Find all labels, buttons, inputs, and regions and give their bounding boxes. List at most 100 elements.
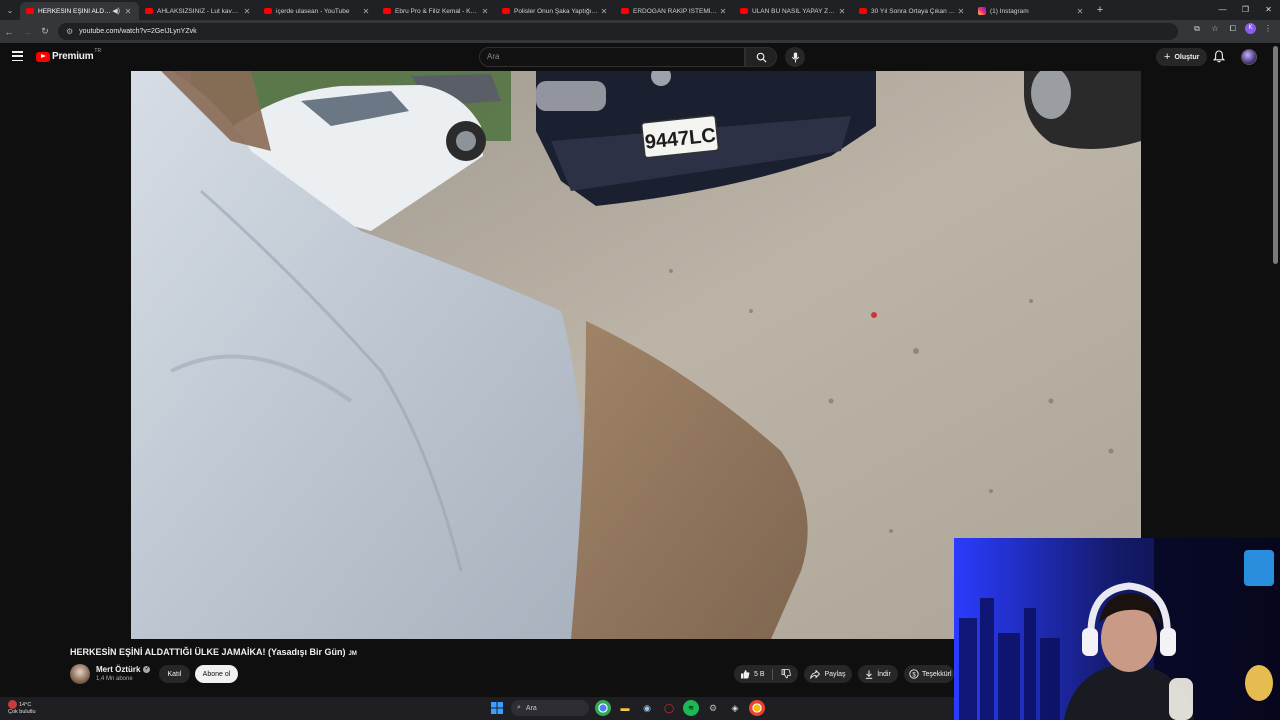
- tab-3[interactable]: Ebru Pro & Filiz Kemal - Kehribar✕: [377, 2, 496, 20]
- taskbar-search-input[interactable]: ⌕ Ara: [511, 700, 589, 716]
- plus-icon: +: [1164, 51, 1171, 63]
- opera-icon[interactable]: ◯: [661, 700, 677, 716]
- tab-4[interactable]: Polisler Onun Şaka Yaptığını Sa ✕: [496, 2, 615, 20]
- weather-icon: [8, 700, 17, 709]
- game-icon[interactable]: ◈: [727, 700, 743, 716]
- taskbar-search-placeholder: Ara: [525, 704, 537, 712]
- neon-sign-icon: [1244, 550, 1274, 586]
- tab-8[interactable]: (1) Instagram ✕: [972, 2, 1091, 20]
- tab-5[interactable]: ERDOĞAN RAKİP İSTEMİYOR! ✕: [615, 2, 734, 20]
- youtube-logo[interactable]: Premium TR: [36, 47, 102, 62]
- close-tab-icon[interactable]: ✕: [361, 7, 371, 16]
- channel-name-text: Mert Öztürk: [96, 665, 141, 674]
- reload-icon[interactable]: ↻: [36, 26, 54, 37]
- page-scrollbar[interactable]: [1273, 46, 1278, 264]
- voice-search-button[interactable]: [785, 47, 805, 67]
- maximize-icon[interactable]: ❐: [1234, 0, 1257, 20]
- close-tab-icon[interactable]: ✕: [480, 7, 490, 16]
- channel-name[interactable]: Mert Öztürk ✓: [96, 665, 151, 674]
- download-icon: [865, 670, 873, 679]
- close-window-icon[interactable]: ✕: [1257, 0, 1280, 20]
- close-tab-icon[interactable]: ✕: [956, 7, 966, 16]
- menu-icon[interactable]: [12, 51, 23, 61]
- webcam-frame: [954, 538, 1280, 720]
- youtube-favicon-icon: [264, 8, 272, 14]
- tab-title: HERKESİN EŞİNİ ALDATTIĞI: [38, 7, 112, 15]
- tab-7[interactable]: 30 Yıl Sonra Ortaya Çıkan Gerçek✕: [853, 2, 972, 20]
- install-app-icon[interactable]: ⧉: [1191, 24, 1203, 34]
- back-icon[interactable]: ←: [0, 27, 18, 37]
- thumbs-down-icon[interactable]: [781, 669, 791, 679]
- instagram-favicon-icon: [978, 7, 986, 15]
- super-thanks-icon: $: [909, 669, 919, 679]
- share-button[interactable]: Paylaş: [804, 665, 852, 683]
- bookmark-star-icon[interactable]: ☆: [1209, 24, 1221, 33]
- tab-title: AHLAKSIZSINIZ - Lut kavmindir: [157, 7, 242, 15]
- tab-title: (1) Instagram: [990, 7, 1029, 15]
- youtube-favicon-icon: [383, 8, 391, 14]
- join-button[interactable]: Katıl: [159, 665, 190, 683]
- taskbar: 14°C Çok bulutlu ⌕ Ara ▬ ◉ ◯ ≋ ⚙ ◈: [0, 697, 954, 720]
- extensions-icon[interactable]: ⧠: [1227, 24, 1239, 34]
- youtube-header: Premium TR Ara + Oluştur: [0, 43, 1280, 71]
- settings-icon[interactable]: ⚙: [705, 700, 721, 716]
- tab-0[interactable]: HERKESİN EŞİNİ ALDATTIĞI ◀) ✕: [20, 2, 139, 20]
- like-count[interactable]: 5 B: [754, 671, 765, 678]
- lamp-icon: [1245, 665, 1273, 701]
- close-tab-icon[interactable]: ✕: [599, 7, 609, 16]
- start-icon[interactable]: [489, 700, 505, 716]
- close-tab-icon[interactable]: ✕: [718, 7, 728, 16]
- channel-avatar[interactable]: [70, 664, 90, 684]
- microphone-icon: [791, 52, 799, 62]
- speaker-icon[interactable]: ◀): [112, 7, 120, 15]
- webcam-overlay: [954, 538, 1280, 720]
- license-plate: 9447LC: [640, 114, 720, 159]
- logo-text: Premium: [52, 51, 94, 62]
- tab-title: Ebru Pro & Filiz Kemal - Kehribar: [395, 7, 480, 15]
- search-input[interactable]: Ara: [479, 47, 745, 67]
- logo-country: TR: [94, 47, 102, 54]
- youtube-favicon-icon: [621, 8, 629, 14]
- tab-title: ERDOĞAN RAKİP İSTEMİYOR!: [633, 7, 718, 15]
- profile-avatar[interactable]: K: [1245, 23, 1256, 34]
- tab-title: ULAN BU NASIL YAPAY ZEKA: [752, 7, 837, 15]
- forward-icon[interactable]: →: [18, 27, 36, 37]
- account-avatar[interactable]: [1241, 49, 1257, 65]
- close-tab-icon[interactable]: ✕: [123, 7, 133, 16]
- url-field[interactable]: ⚙ youtube.com/watch?v=2GeIJLynYZvk: [58, 23, 1178, 40]
- tab-1[interactable]: AHLAKSIZSINIZ - Lut kavmindir ✕: [139, 2, 258, 20]
- tab-search-icon[interactable]: ⌄: [0, 0, 20, 20]
- close-tab-icon[interactable]: ✕: [1075, 7, 1085, 16]
- title-tag: JM: [348, 651, 357, 657]
- youtube-favicon-icon: [145, 8, 153, 14]
- notifications-button[interactable]: [1212, 50, 1226, 68]
- thanks-button[interactable]: $ Teşekkürl: [904, 665, 954, 683]
- chrome-icon[interactable]: [595, 700, 611, 716]
- share-icon: [810, 669, 821, 679]
- search-button[interactable]: [745, 47, 777, 67]
- chrome-alt-icon[interactable]: [749, 700, 765, 716]
- steam-icon[interactable]: ◉: [639, 700, 655, 716]
- site-info-icon[interactable]: ⚙: [66, 27, 73, 36]
- close-tab-icon[interactable]: ✕: [242, 7, 252, 16]
- window-controls: — ❐ ✕: [1211, 0, 1280, 20]
- create-label: Oluştur: [1174, 53, 1200, 61]
- tab-2[interactable]: içerde ulasean - YouTube ✕: [258, 2, 377, 20]
- download-button[interactable]: İndir: [858, 665, 898, 683]
- weather-widget[interactable]: 14°C Çok bulutlu: [8, 700, 36, 716]
- thumbs-up-icon[interactable]: [740, 669, 750, 679]
- subscribe-button[interactable]: Abone ol: [195, 665, 238, 683]
- browser-tab-strip: ⌄ HERKESİN EŞİNİ ALDATTIĞI ◀) ✕ AHLAKSIZ…: [0, 0, 1280, 20]
- file-explorer-icon[interactable]: ▬: [617, 700, 633, 716]
- browser-menu-icon[interactable]: ⋮: [1262, 24, 1274, 33]
- create-button[interactable]: + Oluştur: [1156, 48, 1208, 66]
- search-icon: [756, 52, 767, 63]
- subscriber-count: 1,4 Mn abone: [96, 676, 133, 682]
- close-tab-icon[interactable]: ✕: [837, 7, 847, 16]
- verified-icon: ✓: [143, 666, 151, 674]
- new-tab-icon[interactable]: +: [1091, 4, 1109, 16]
- spotify-icon[interactable]: ≋: [683, 700, 699, 716]
- tab-6[interactable]: ULAN BU NASIL YAPAY ZEKA ✕: [734, 2, 853, 20]
- tab-title: Polisler Onun Şaka Yaptığını Sa: [514, 7, 599, 15]
- minimize-icon[interactable]: —: [1211, 0, 1234, 20]
